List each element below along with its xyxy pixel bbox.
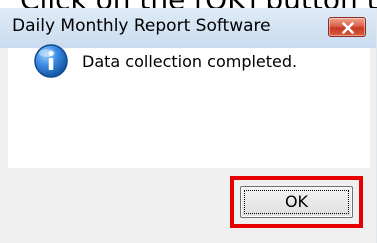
- close-button[interactable]: [328, 17, 366, 37]
- close-icon: [342, 22, 354, 34]
- dialog-title: Daily Monthly Report Software: [12, 16, 271, 36]
- info-icon: [34, 44, 68, 78]
- dialog-titlebar[interactable]: Daily Monthly Report Software: [0, 8, 376, 48]
- page: Click on the [OK] button to re Daily Mon…: [0, 0, 377, 243]
- dialog-message: Data collection completed.: [82, 52, 298, 71]
- ok-button[interactable]: OK: [240, 186, 353, 218]
